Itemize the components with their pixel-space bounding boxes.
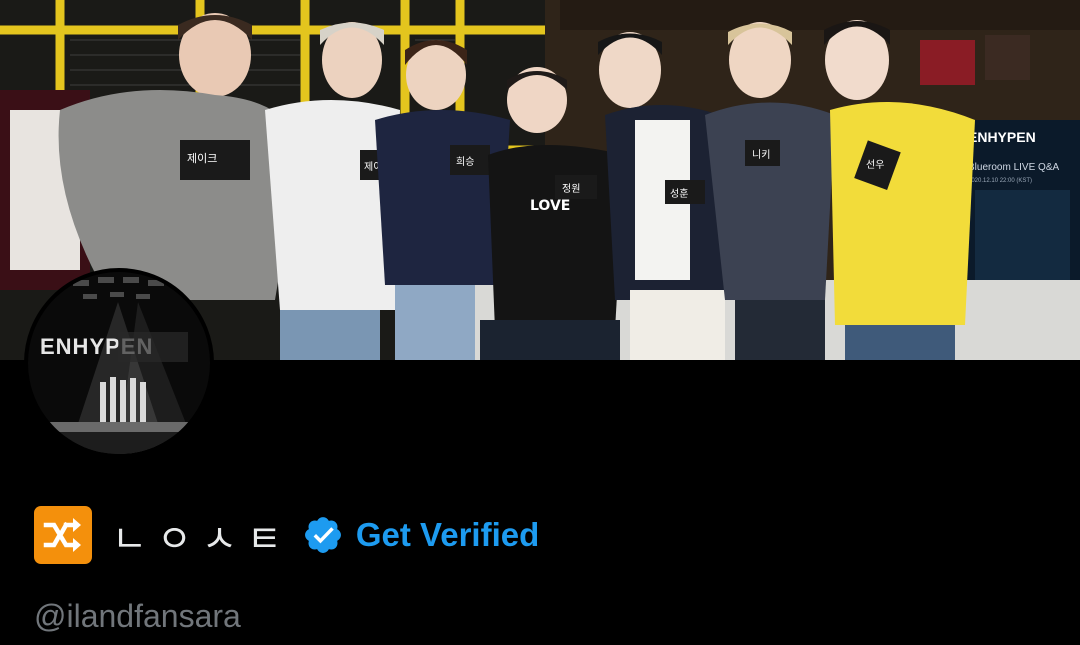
avatar-image: ENHYPEN — [28, 272, 210, 454]
name-tag: 선우 — [866, 159, 884, 171]
profile-handle: @ilandfansara — [34, 598, 241, 634]
shuffle-icon — [34, 506, 92, 564]
screen-subtitle: Blueroom LIVE Q&A — [968, 162, 1059, 173]
verified-badge-icon[interactable] — [302, 514, 344, 556]
sweater-text: LOVE — [530, 198, 570, 214]
screen-date: 2020.12.10 22:00 (KST) — [968, 178, 1032, 184]
screen-title: ENHYPEN — [968, 129, 1036, 145]
name-tag: 희승 — [456, 156, 474, 168]
profile-avatar[interactable]: ENHYPEN — [24, 268, 214, 458]
name-tag: 성훈 — [670, 187, 688, 200]
profile-name-row: ㄴㅇㅅㅌ Get Verified — [34, 505, 539, 565]
get-verified-link[interactable]: Get Verified — [356, 516, 539, 554]
name-tag: 니키 — [752, 149, 770, 161]
name-tag: 제이크 — [187, 152, 217, 165]
display-name: ㄴㅇㅅㅌ — [112, 516, 292, 561]
name-tag: 정원 — [562, 183, 580, 195]
